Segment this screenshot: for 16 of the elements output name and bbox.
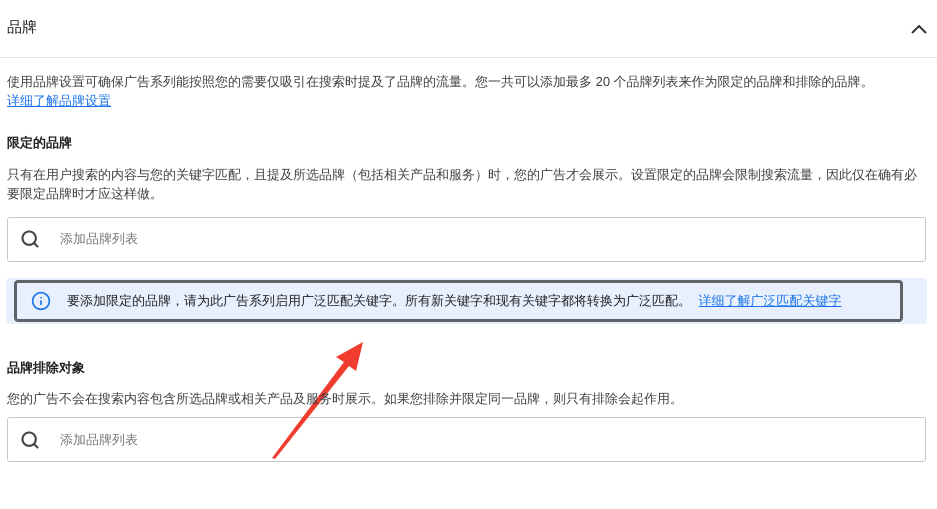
- search-icon: [20, 430, 40, 450]
- banner-text: 要添加限定的品牌，请为此广告系列启用广泛匹配关键字。所有新关键字和现有关键字都将转换为广泛匹配。 详细了解广泛匹配关键字: [67, 292, 842, 310]
- search-field[interactable]: 添加品牌列表: [7, 417, 926, 462]
- section-title: 品牌: [7, 18, 37, 38]
- search-icon: [20, 229, 40, 249]
- search-field[interactable]: 添加品牌列表: [7, 216, 926, 262]
- section-description: 只有在用户搜索的内容与您的关键字匹配，且提及所选品牌（包括相关产品和服务）时，您的广告才会展示。设置限定的品牌会限制搜索流量，因此仅在确有必要限定品牌时才应这样做。: [7, 166, 918, 202]
- intro-paragraph: 使用品牌设置可确保广告系列能按照您的需要仅吸引在搜索时提及了品牌的流量。您一共可以添加最多 20 个品牌列表来作为限定的品牌和排除的品牌。 详细了解品牌设置: [7, 73, 875, 110]
- section-heading: 限定的品牌: [7, 134, 73, 152]
- banner-link[interactable]: 详细了解广泛匹配关键字: [698, 292, 842, 308]
- search-input[interactable]: 添加品牌列表: [60, 430, 913, 450]
- chevron-up-icon: [911, 24, 927, 34]
- learn-more-link[interactable]: 详细了解品牌设置: [7, 93, 111, 108]
- search-input[interactable]: 添加品牌列表: [60, 229, 913, 249]
- section-heading: 品牌排除对象: [7, 358, 86, 376]
- info-icon: [31, 290, 51, 310]
